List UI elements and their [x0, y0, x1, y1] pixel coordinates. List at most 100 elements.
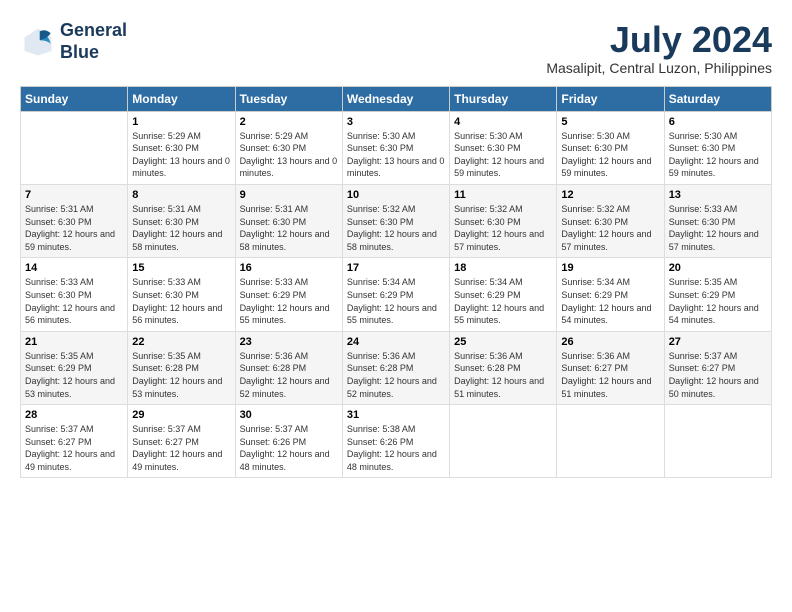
day-number: 18: [454, 262, 552, 274]
day-number: 13: [669, 189, 767, 201]
calendar-cell: 2Sunrise: 5:29 AMSunset: 6:30 PMDaylight…: [235, 111, 342, 184]
week-row-1: 1 Sunrise: 5:29 AMSunset: 6:30 PMDaylight…: [21, 111, 772, 184]
calendar-cell: 22 Sunrise: 5:35 AMSunset: 6:28 PMDayligh…: [128, 331, 235, 404]
weekday-header-tuesday: Tuesday: [235, 86, 342, 111]
logo-text: General Blue: [60, 20, 127, 63]
day-info: Sunrise: 5:35 AMSunset: 6:29 PMDaylight:…: [25, 350, 123, 400]
calendar-table: SundayMondayTuesdayWednesdayThursdayFrid…: [20, 86, 772, 479]
calendar-cell: 15Sunrise: 5:33 AMSunset: 6:30 PMDayligh…: [128, 258, 235, 331]
day-info: Sunrise: 5:37 AMSunset: 6:27 PMDaylight:…: [132, 423, 230, 473]
day-info: Sunrise: 5:32 AMSunset: 6:30 PMDaylight:…: [561, 203, 659, 253]
day-info: Sunrise: 5:34 AMSunset: 6:29 PMDaylight:…: [454, 276, 552, 326]
calendar-cell: 28 Sunrise: 5:37 AMSunset: 6:27 PMDayligh…: [21, 405, 128, 478]
day-number: 5: [561, 116, 659, 128]
calendar-cell: 11 Sunrise: 5:32 AMSunset: 6:30 PMDayligh…: [450, 184, 557, 257]
calendar-cell: [21, 111, 128, 184]
day-number: 11: [454, 189, 552, 201]
calendar-cell: 4 Sunrise: 5:30 AMSunset: 6:30 PMDaylight…: [450, 111, 557, 184]
day-number: 25: [454, 336, 552, 348]
calendar-cell: 18 Sunrise: 5:34 AMSunset: 6:29 PMDayligh…: [450, 258, 557, 331]
calendar-cell: [450, 405, 557, 478]
weekday-header-row: SundayMondayTuesdayWednesdayThursdayFrid…: [21, 86, 772, 111]
day-number: 20: [669, 262, 767, 274]
day-info: Sunrise: 5:34 AMSunset: 6:29 PMDaylight:…: [561, 276, 659, 326]
day-info: Sunrise: 5:33 AMSunset: 6:30 PMDaylight:…: [669, 203, 767, 253]
calendar-cell: 13 Sunrise: 5:33 AMSunset: 6:30 PMDayligh…: [664, 184, 771, 257]
day-info: Sunrise: 5:36 AMSunset: 6:28 PMDaylight:…: [240, 350, 338, 400]
weekday-header-thursday: Thursday: [450, 86, 557, 111]
week-row-5: 28 Sunrise: 5:37 AMSunset: 6:27 PMDayligh…: [21, 405, 772, 478]
calendar-cell: 26 Sunrise: 5:36 AMSunset: 6:27 PMDayligh…: [557, 331, 664, 404]
day-number: 19: [561, 262, 659, 274]
day-number: 24: [347, 336, 445, 348]
day-number: 30: [240, 409, 338, 421]
day-info: Sunrise: 5:32 AMSunset: 6:30 PMDaylight:…: [454, 203, 552, 253]
day-info: Sunrise: 5:37 AMSunset: 6:27 PMDaylight:…: [25, 423, 123, 473]
day-info: Sunrise: 5:36 AMSunset: 6:28 PMDaylight:…: [347, 350, 445, 400]
calendar-cell: 9Sunrise: 5:31 AMSunset: 6:30 PMDaylight…: [235, 184, 342, 257]
day-number: 29: [132, 409, 230, 421]
month-year: July 2024: [546, 20, 772, 60]
day-info: Sunrise: 5:38 AMSunset: 6:26 PMDaylight:…: [347, 423, 445, 473]
calendar-cell: 30 Sunrise: 5:37 AMSunset: 6:26 PMDayligh…: [235, 405, 342, 478]
day-info: Sunrise: 5:36 AMSunset: 6:27 PMDaylight:…: [561, 350, 659, 400]
day-number: 7: [25, 189, 123, 201]
weekday-header-monday: Monday: [128, 86, 235, 111]
day-info: Sunrise: 5:34 AMSunset: 6:29 PMDaylight:…: [347, 276, 445, 326]
calendar-cell: [664, 405, 771, 478]
weekday-header-sunday: Sunday: [21, 86, 128, 111]
day-info: Sunrise: 5:30 AMSunset: 6:30 PMDaylight:…: [454, 130, 552, 180]
logo: General Blue: [20, 20, 127, 63]
weekday-header-friday: Friday: [557, 86, 664, 111]
calendar-cell: 29 Sunrise: 5:37 AMSunset: 6:27 PMDayligh…: [128, 405, 235, 478]
day-info: Sunrise: 5:29 AMSunset: 6:30 PMDaylight:…: [132, 130, 230, 180]
calendar-cell: 25 Sunrise: 5:36 AMSunset: 6:28 PMDayligh…: [450, 331, 557, 404]
day-number: 27: [669, 336, 767, 348]
calendar-cell: 23Sunrise: 5:36 AMSunset: 6:28 PMDayligh…: [235, 331, 342, 404]
day-info: Sunrise: 5:37 AMSunset: 6:27 PMDaylight:…: [669, 350, 767, 400]
day-number: 4: [454, 116, 552, 128]
day-number: 9: [240, 189, 338, 201]
calendar-cell: 19 Sunrise: 5:34 AMSunset: 6:29 PMDayligh…: [557, 258, 664, 331]
calendar-cell: 1 Sunrise: 5:29 AMSunset: 6:30 PMDaylight…: [128, 111, 235, 184]
day-number: 6: [669, 116, 767, 128]
calendar-cell: 20Sunrise: 5:35 AMSunset: 6:29 PMDayligh…: [664, 258, 771, 331]
day-number: 16: [240, 262, 338, 274]
location: Masalipit, Central Luzon, Philippines: [546, 60, 772, 76]
week-row-3: 14 Sunrise: 5:33 AMSunset: 6:30 PMDayligh…: [21, 258, 772, 331]
day-info: Sunrise: 5:31 AMSunset: 6:30 PMDaylight:…: [25, 203, 123, 253]
day-info: Sunrise: 5:30 AMSunset: 6:30 PMDaylight:…: [347, 130, 445, 180]
page-header: General Blue July 2024 Masalipit, Centra…: [20, 20, 772, 76]
day-info: Sunrise: 5:31 AMSunset: 6:30 PMDaylight:…: [132, 203, 230, 253]
day-number: 21: [25, 336, 123, 348]
day-number: 1: [132, 116, 230, 128]
calendar-cell: 14 Sunrise: 5:33 AMSunset: 6:30 PMDayligh…: [21, 258, 128, 331]
calendar-cell: 10Sunrise: 5:32 AMSunset: 6:30 PMDayligh…: [342, 184, 449, 257]
calendar-cell: 3 Sunrise: 5:30 AMSunset: 6:30 PMDaylight…: [342, 111, 449, 184]
day-number: 26: [561, 336, 659, 348]
day-info: Sunrise: 5:37 AMSunset: 6:26 PMDaylight:…: [240, 423, 338, 473]
day-number: 28: [25, 409, 123, 421]
day-number: 15: [132, 262, 230, 274]
day-number: 3: [347, 116, 445, 128]
day-number: 14: [25, 262, 123, 274]
day-info: Sunrise: 5:36 AMSunset: 6:28 PMDaylight:…: [454, 350, 552, 400]
day-number: 12: [561, 189, 659, 201]
calendar-cell: 8 Sunrise: 5:31 AMSunset: 6:30 PMDaylight…: [128, 184, 235, 257]
calendar-cell: 16Sunrise: 5:33 AMSunset: 6:29 PMDayligh…: [235, 258, 342, 331]
day-number: 8: [132, 189, 230, 201]
day-number: 10: [347, 189, 445, 201]
calendar-cell: 17 Sunrise: 5:34 AMSunset: 6:29 PMDayligh…: [342, 258, 449, 331]
calendar-cell: 21 Sunrise: 5:35 AMSunset: 6:29 PMDayligh…: [21, 331, 128, 404]
logo-line2: Blue: [60, 42, 99, 62]
logo-line1: General: [60, 20, 127, 40]
weekday-header-wednesday: Wednesday: [342, 86, 449, 111]
week-row-2: 7 Sunrise: 5:31 AMSunset: 6:30 PMDaylight…: [21, 184, 772, 257]
day-number: 22: [132, 336, 230, 348]
day-info: Sunrise: 5:33 AMSunset: 6:30 PMDaylight:…: [25, 276, 123, 326]
day-info: Sunrise: 5:35 AMSunset: 6:28 PMDaylight:…: [132, 350, 230, 400]
day-number: 17: [347, 262, 445, 274]
calendar-cell: [557, 405, 664, 478]
title-block: July 2024 Masalipit, Central Luzon, Phil…: [546, 20, 772, 76]
calendar-cell: 31Sunrise: 5:38 AMSunset: 6:26 PMDayligh…: [342, 405, 449, 478]
